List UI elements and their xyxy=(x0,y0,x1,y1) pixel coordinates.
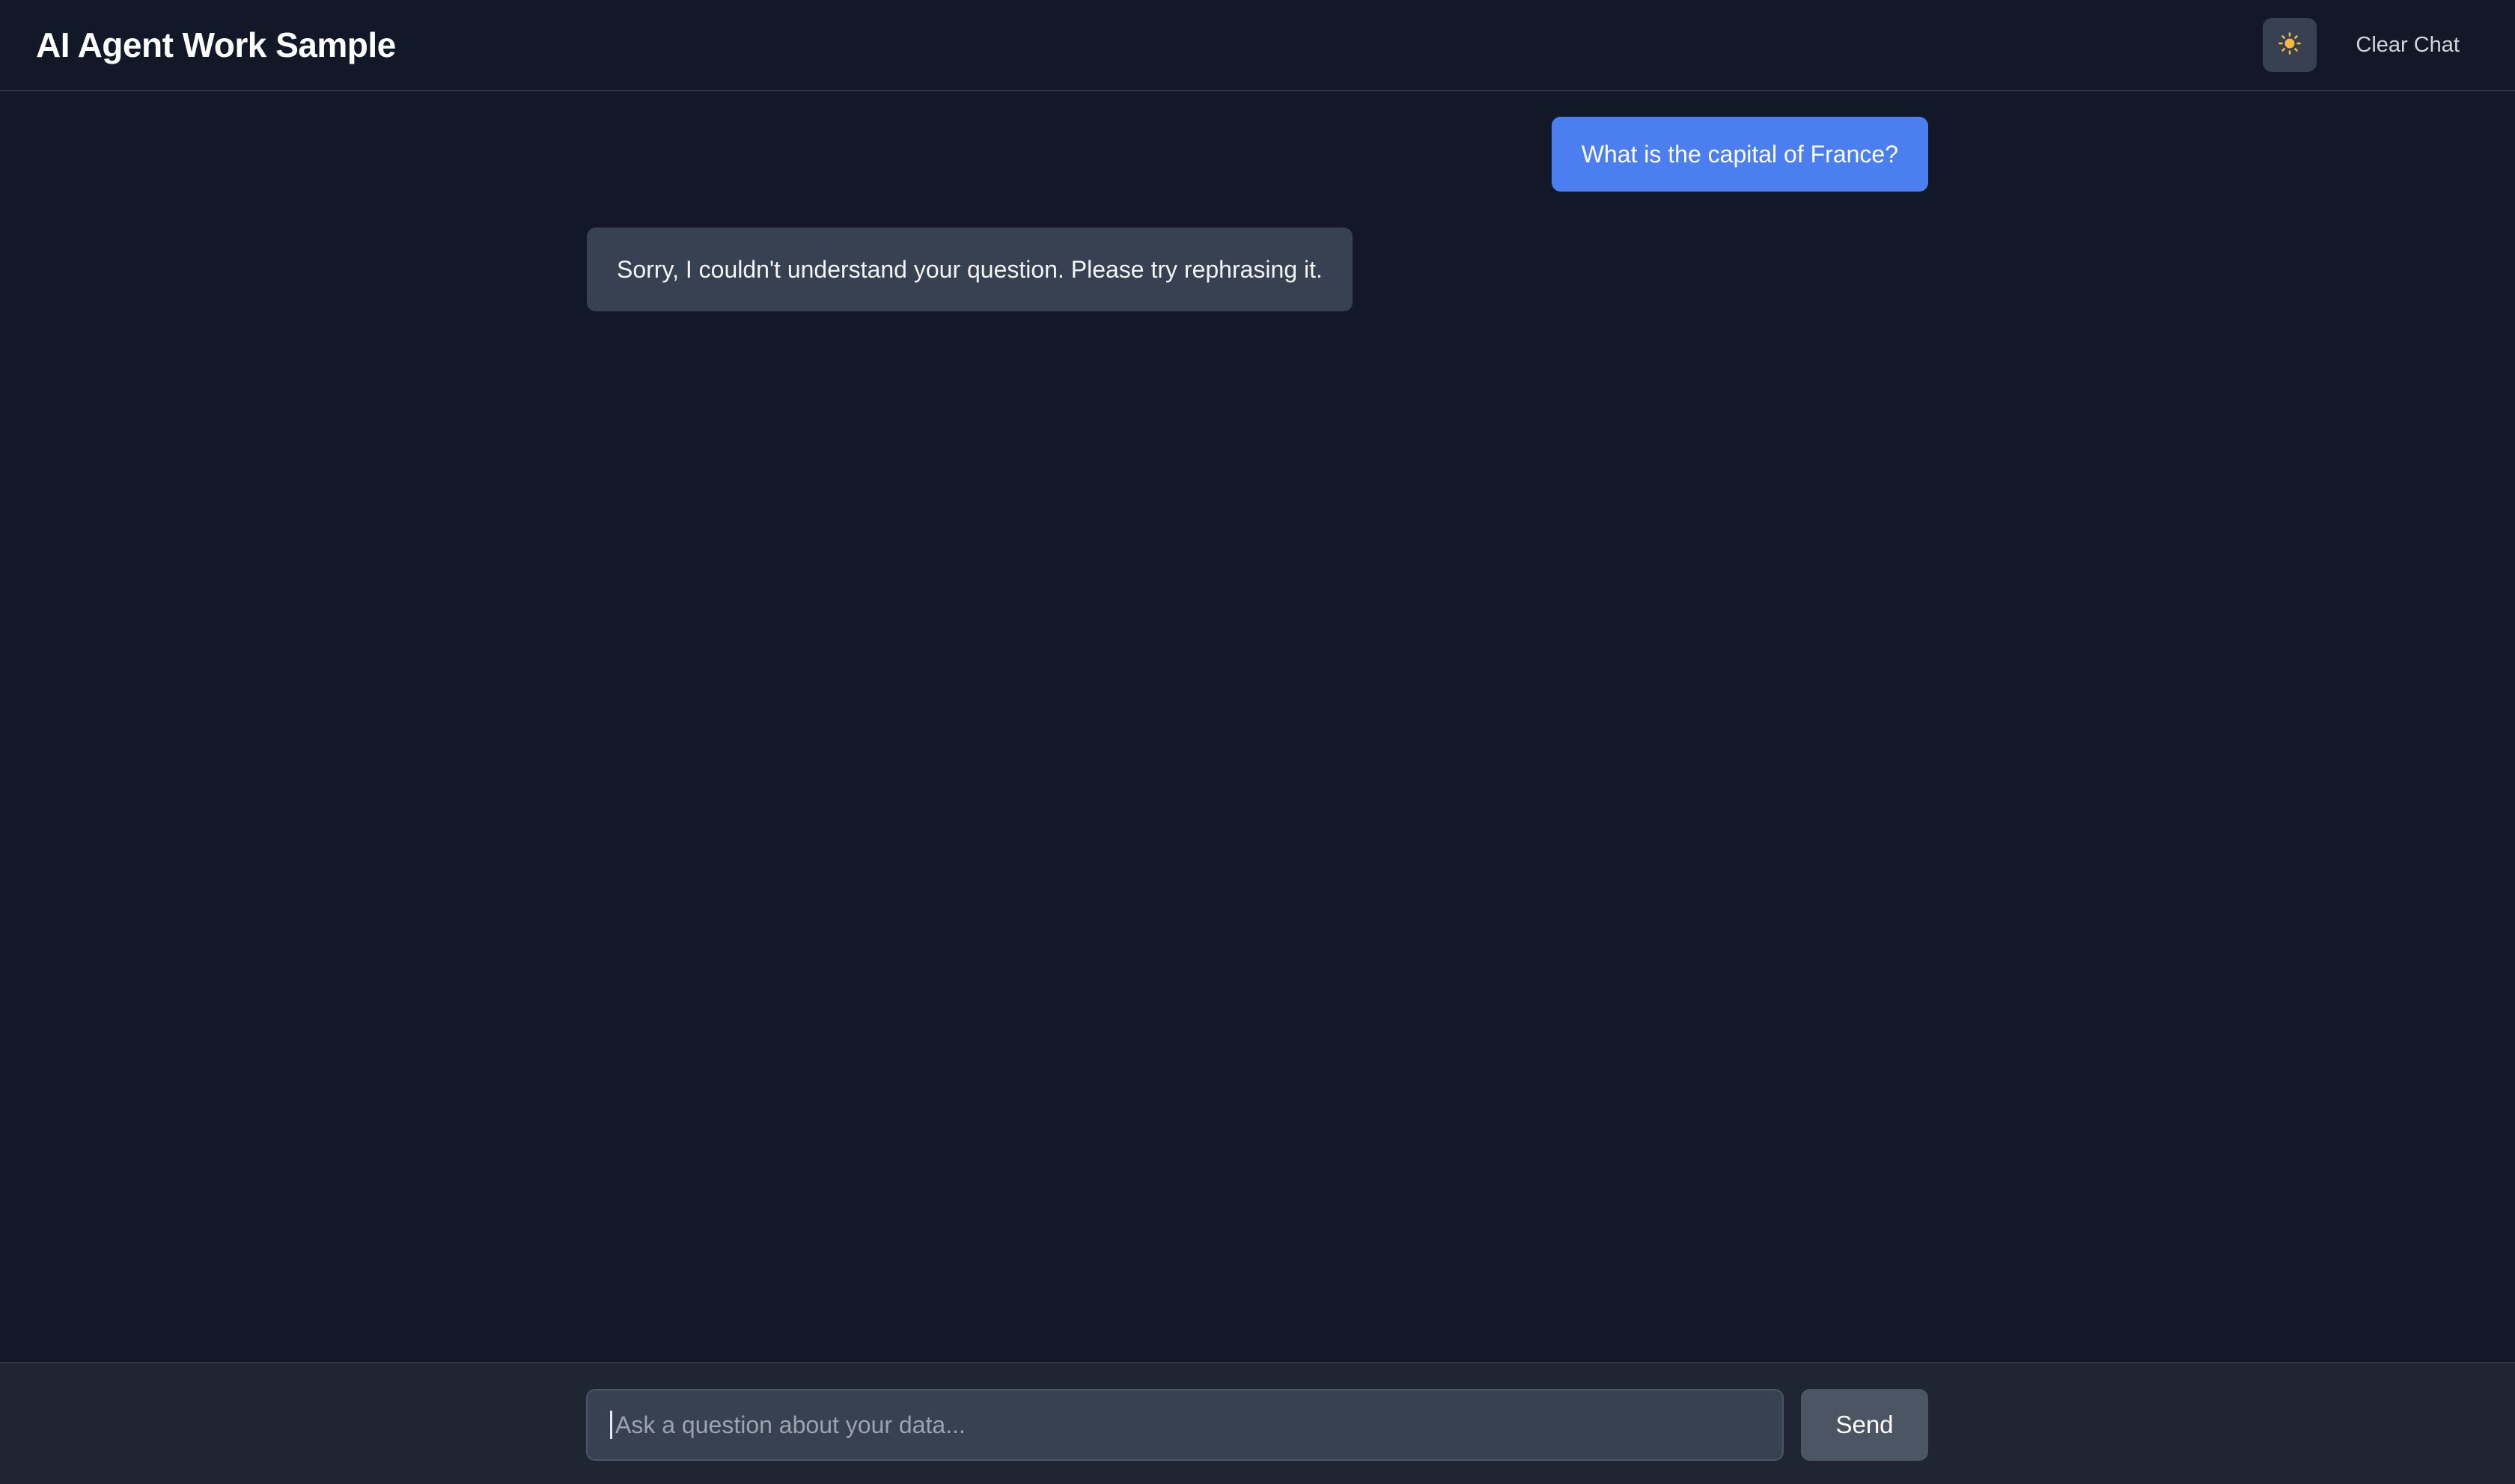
header-actions: Clear Chat xyxy=(2263,18,2479,72)
app-title: AI Agent Work Sample xyxy=(36,25,396,64)
app-header: AI Agent Work Sample Clear Chat xyxy=(0,0,2515,91)
user-message-bubble: What is the capital of France? xyxy=(1551,117,1928,192)
sun-icon xyxy=(2278,31,2302,58)
question-input-container[interactable] xyxy=(586,1389,1784,1461)
text-cursor xyxy=(610,1411,612,1439)
message-list: What is the capital of France? Sorry, I … xyxy=(587,117,1928,347)
composer-bar: Send xyxy=(0,1362,2515,1484)
assistant-message-bubble: Sorry, I couldn't understand your questi… xyxy=(587,228,1353,311)
theme-toggle-button[interactable] xyxy=(2263,18,2317,72)
question-input[interactable] xyxy=(614,1410,1760,1440)
chat-app: AI Agent Work Sample Clear Chat What is … xyxy=(0,0,2515,1484)
message-row-assistant: Sorry, I couldn't understand your questi… xyxy=(587,228,1928,311)
message-row-user: What is the capital of France? xyxy=(587,117,1928,192)
send-button[interactable]: Send xyxy=(1801,1389,1928,1461)
clear-chat-button[interactable]: Clear Chat xyxy=(2336,21,2479,70)
